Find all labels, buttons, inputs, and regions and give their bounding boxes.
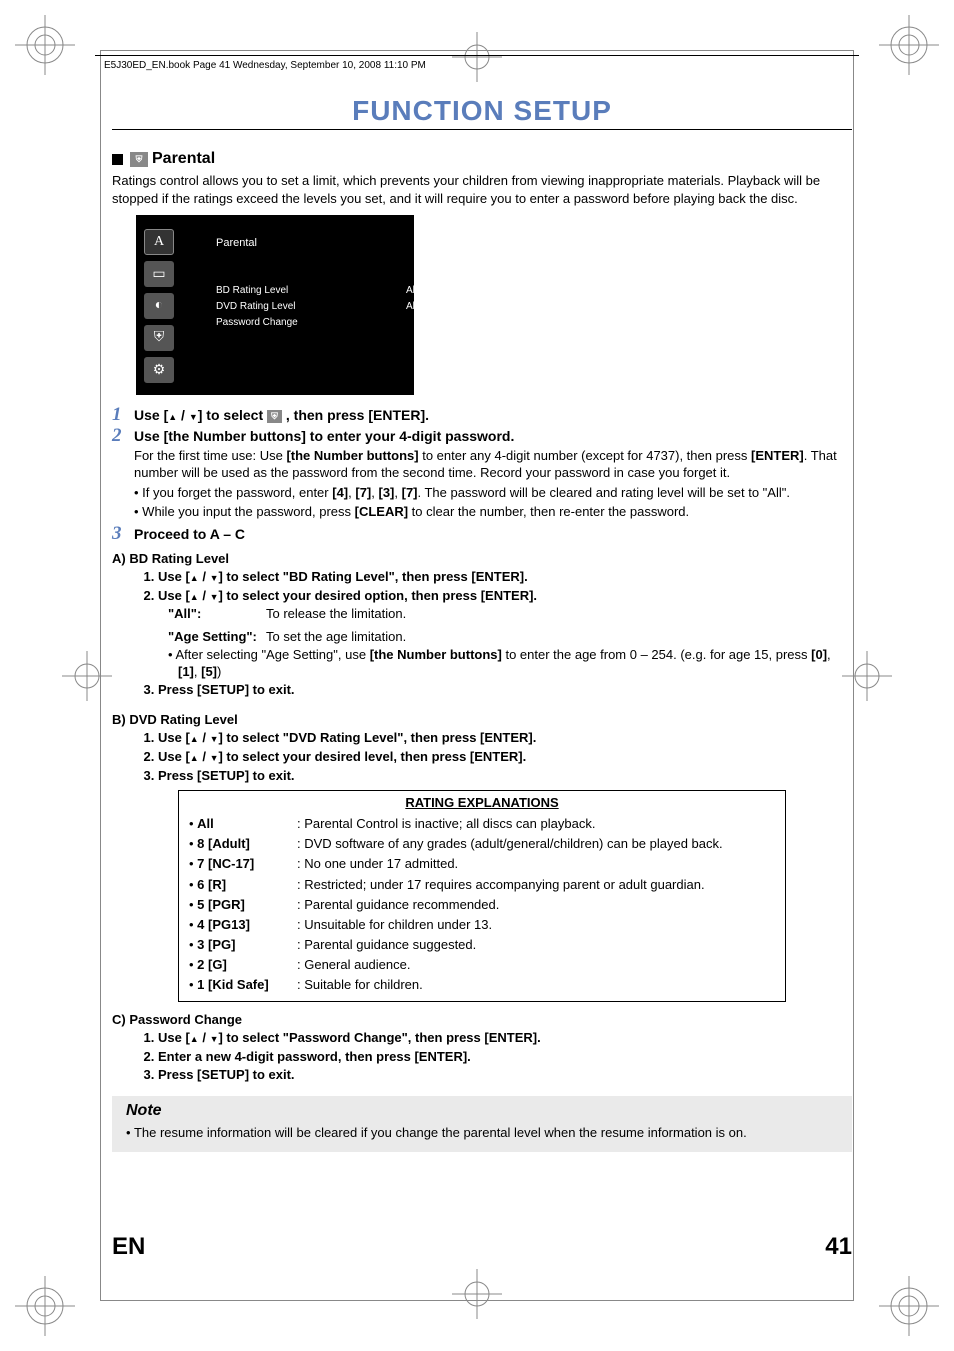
step-2-note: If you forget the password, enter [4], [… <box>134 484 852 502</box>
page-footer: EN 41 <box>112 1233 852 1261</box>
menu-icon-others: ⚙ <box>144 357 174 383</box>
step-1-text: Use [ <box>134 407 168 423</box>
menu-icon-audio: ◐ <box>144 293 174 319</box>
table-row: 8 [Adult]DVD software of any grades (adu… <box>189 834 775 854</box>
parental-icon: ⛨ <box>130 152 148 167</box>
list-item: Press [SETUP] to exit. <box>158 1066 852 1084</box>
table-row: 7 [NC-17] No one under 17 admitted. <box>189 854 775 874</box>
ratings-title: RATING EXPLANATIONS <box>189 795 775 810</box>
step-2-body: For the first time use: Use [the Number … <box>134 447 852 482</box>
list-item: Use [ / ] to select "Password Change", t… <box>158 1029 852 1047</box>
age-setting-note: After selecting "Age Setting", use [the … <box>168 646 852 681</box>
crop-mark-icon <box>15 1276 75 1336</box>
square-bullet-icon <box>112 154 123 165</box>
header-meta: E5J30ED_EN.book Page 41 Wednesday, Septe… <box>104 60 426 71</box>
menu-title: Parental <box>216 237 257 249</box>
note-title: Note <box>126 1102 842 1120</box>
footer-language: EN <box>112 1233 145 1261</box>
table-row: 3 [PG] Parental guidance suggested. <box>189 935 775 955</box>
table-row: 4 [PG13] Unsuitable for children under 1… <box>189 915 775 935</box>
section-heading-text: Parental <box>152 150 215 168</box>
option-all: "All":To release the limitation. <box>168 605 852 623</box>
section-heading: ⛨ Parental <box>112 150 852 168</box>
menu-icon-language: A <box>144 229 174 255</box>
step-2-note: While you input the password, press [CLE… <box>134 503 852 521</box>
menu-row-label: BD Rating Level <box>216 285 288 296</box>
header-rule <box>95 55 859 56</box>
menu-row-value: All <box>406 301 417 312</box>
crop-mark-icon <box>452 32 502 82</box>
step-number: 3 <box>112 524 128 543</box>
menu-row: DVD Rating Level All <box>216 301 295 312</box>
up-arrow-icon <box>168 407 177 423</box>
note-box: Note The resume information will be clea… <box>112 1096 852 1152</box>
parental-icon: ⛨ <box>267 410 282 423</box>
menu-row-label: Password Change <box>216 317 298 328</box>
table-row: 1 [Kid Safe]Suitable for children. <box>189 975 775 995</box>
crop-mark-icon <box>62 651 112 701</box>
table-row: 5 [PGR] Parental guidance recommended. <box>189 895 775 915</box>
crop-mark-icon <box>879 1276 939 1336</box>
ratings-table: RATING EXPLANATIONS AllParental Control … <box>178 790 786 1002</box>
menu-screenshot: A ▭ ◐ ⛨ ⚙ Parental BD Rating Level All D… <box>136 215 414 395</box>
up-arrow-icon <box>190 749 199 764</box>
step-1-text: ] to select <box>198 407 267 423</box>
step-1-text: , then press [ENTER]. <box>282 407 429 423</box>
menu-row-label: DVD Rating Level <box>216 301 295 312</box>
list-item: Use [ / ] to select your desired level, … <box>158 748 852 766</box>
step-number: 2 <box>112 426 128 522</box>
table-row: 2 [G] General audience. <box>189 955 775 975</box>
step-3-title: Proceed to A – C <box>134 526 852 543</box>
up-arrow-icon <box>190 569 199 584</box>
step-number: 1 <box>112 405 128 424</box>
up-arrow-icon <box>190 730 199 745</box>
footer-page-number: 41 <box>825 1233 852 1261</box>
down-arrow-icon <box>189 407 198 423</box>
list-item: Press [SETUP] to exit. <box>158 767 852 785</box>
menu-row: Password Change <box>216 317 298 328</box>
step-2-title: Use [the Number buttons] to enter your 4… <box>134 428 852 445</box>
subsection-a-heading: A) BD Rating Level <box>112 551 852 566</box>
up-arrow-icon <box>190 1030 199 1045</box>
page-title: FUNCTION SETUP <box>112 95 852 130</box>
table-row: AllParental Control is inactive; all dis… <box>189 814 775 834</box>
subsection-c-heading: C) Password Change <box>112 1012 852 1027</box>
note-body: The resume information will be cleared i… <box>126 1124 842 1142</box>
list-item: Use [ / ] to select "DVD Rating Level", … <box>158 729 852 747</box>
menu-icon-parental: ⛨ <box>144 325 174 351</box>
list-item: Use [ / ] to select "BD Rating Level", t… <box>158 568 852 586</box>
step-2: 2 Use [the Number buttons] to enter your… <box>112 426 852 522</box>
crop-mark-icon <box>879 15 939 75</box>
menu-icon-video: ▭ <box>144 261 174 287</box>
step-1-text: / <box>177 407 189 423</box>
crop-mark-icon <box>452 1269 502 1319</box>
list-item: Press [SETUP] to exit. <box>158 681 852 699</box>
option-age-setting: "Age Setting":To set the age limitation. <box>168 628 852 646</box>
subsection-b-heading: B) DVD Rating Level <box>112 712 852 727</box>
up-arrow-icon <box>190 588 199 603</box>
list-item: Enter a new 4-digit password, then press… <box>158 1048 852 1066</box>
step-3: 3 Proceed to A – C <box>112 524 852 543</box>
menu-row: BD Rating Level All <box>216 285 288 296</box>
step-1: 1 Use [ / ] to select ⛨ , then press [EN… <box>112 405 852 424</box>
menu-row-value: All <box>406 285 417 296</box>
crop-mark-icon <box>15 15 75 75</box>
section-lead: Ratings control allows you to set a limi… <box>112 172 852 207</box>
list-item: Use [ / ] to select your desired option,… <box>158 587 852 605</box>
table-row: 6 [R] Restricted; under 17 requires acco… <box>189 875 775 895</box>
